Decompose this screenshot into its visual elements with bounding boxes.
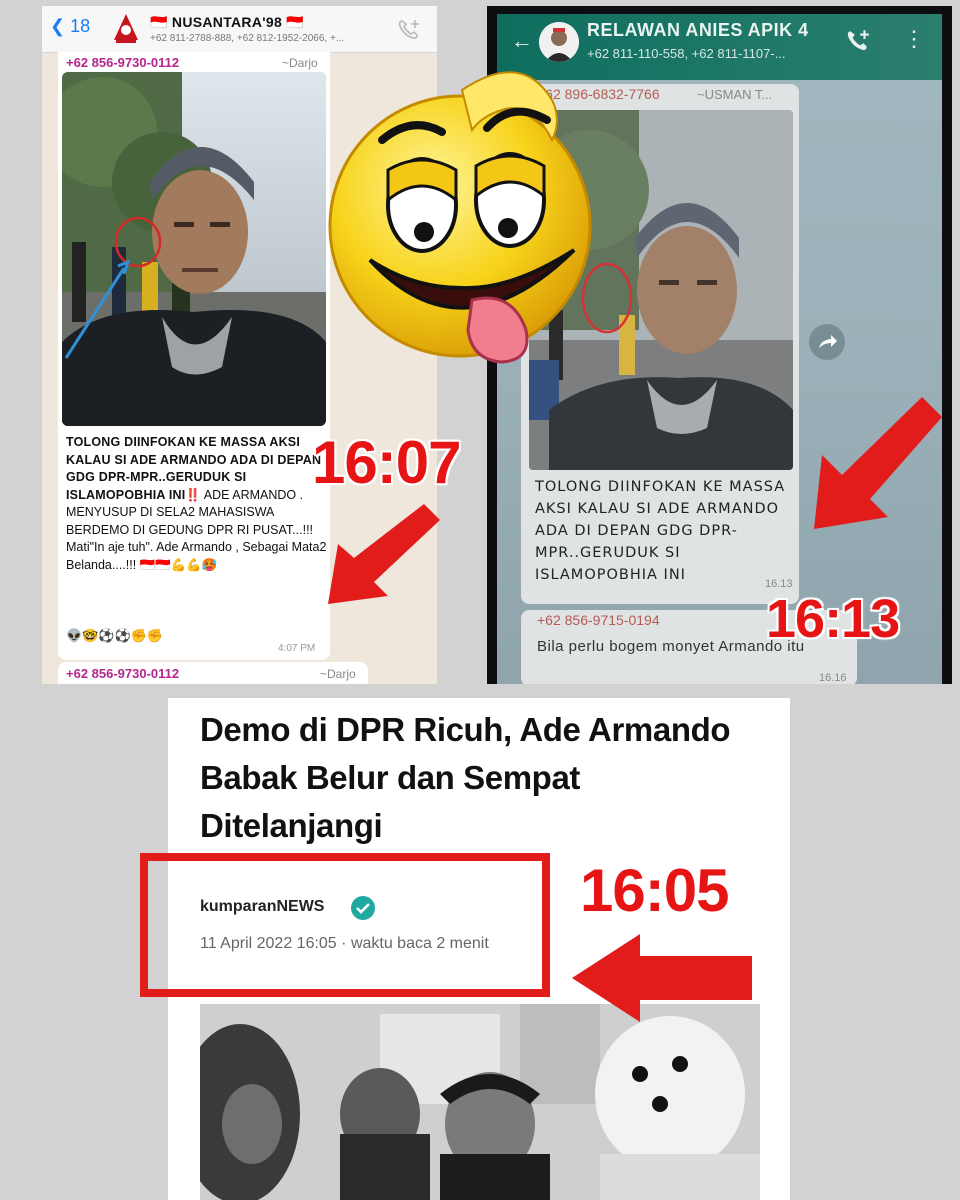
crowd-photo xyxy=(200,1004,760,1200)
next-sender-alias: ~Darjo xyxy=(320,667,356,681)
forward-icon xyxy=(819,335,837,348)
message-sender[interactable]: +62 856-9730-0112 xyxy=(66,55,179,70)
add-call-icon[interactable] xyxy=(397,18,421,40)
avatar-portrait xyxy=(539,22,579,62)
group-avatar[interactable] xyxy=(539,22,579,62)
annotation-time-2: 16:13 xyxy=(766,589,900,649)
group-members: +62 811-2788-888, +62 812-1952-2066, +..… xyxy=(150,33,345,44)
next-sender[interactable]: +62 856-9715-0194 xyxy=(537,612,660,628)
more-vert-icon[interactable]: ⋮ xyxy=(903,26,925,52)
article-title[interactable]: Demo di DPR Ricuh, Ade Armando Babak Bel… xyxy=(200,706,760,850)
group-name[interactable]: 🇮🇩 NUSANTARA'98 🇮🇩 xyxy=(150,14,304,31)
red-arrow-icon xyxy=(572,934,752,1022)
forward-button[interactable] xyxy=(809,324,845,360)
group-members: +62 811-110-558, +62 811-1107-... xyxy=(587,46,786,61)
group-name[interactable]: RELAWAN ANIES APIK 4 xyxy=(587,20,809,41)
message-text: TOLONG DIINFOKAN KE MASSA AKSI KALAU SI … xyxy=(66,434,328,574)
add-call-icon[interactable] xyxy=(845,28,871,52)
laughing-emoji-sticker xyxy=(328,71,592,364)
article-photo[interactable] xyxy=(200,1004,760,1200)
next-message-text: Bila perlu bogem monyet Armando itu xyxy=(537,638,805,655)
message-photo[interactable] xyxy=(62,72,326,426)
message-marks: ‼️ xyxy=(185,487,201,502)
highlight-box xyxy=(140,853,550,997)
annotation-time-3: 16:05 xyxy=(580,857,729,924)
unread-count: 18 xyxy=(70,16,91,36)
next-message-time: 16.16 xyxy=(819,672,847,684)
back-chevron-icon: ❮ xyxy=(50,16,66,36)
back-arrow-icon[interactable]: ← xyxy=(511,28,533,54)
annotation-time-1: 16:07 xyxy=(312,429,461,496)
message-text: TOLONG DIINFOKAN KE MASSA AKSI KALAU SI … xyxy=(535,479,786,583)
message-emojis: 👽🤓⚽⚽✊✊ xyxy=(66,628,164,643)
red-arrow-icon xyxy=(814,397,942,529)
back-button[interactable]: ❮ 18 xyxy=(50,16,90,37)
group-avatar[interactable] xyxy=(112,12,140,44)
message-time: 4:07 PM xyxy=(278,643,316,654)
red-arrow-icon xyxy=(328,504,440,604)
next-sender[interactable]: +62 856-9730-0112 xyxy=(66,666,179,681)
sender-alias: ~USMAN T... xyxy=(697,87,773,102)
selfie-photo xyxy=(62,72,326,426)
